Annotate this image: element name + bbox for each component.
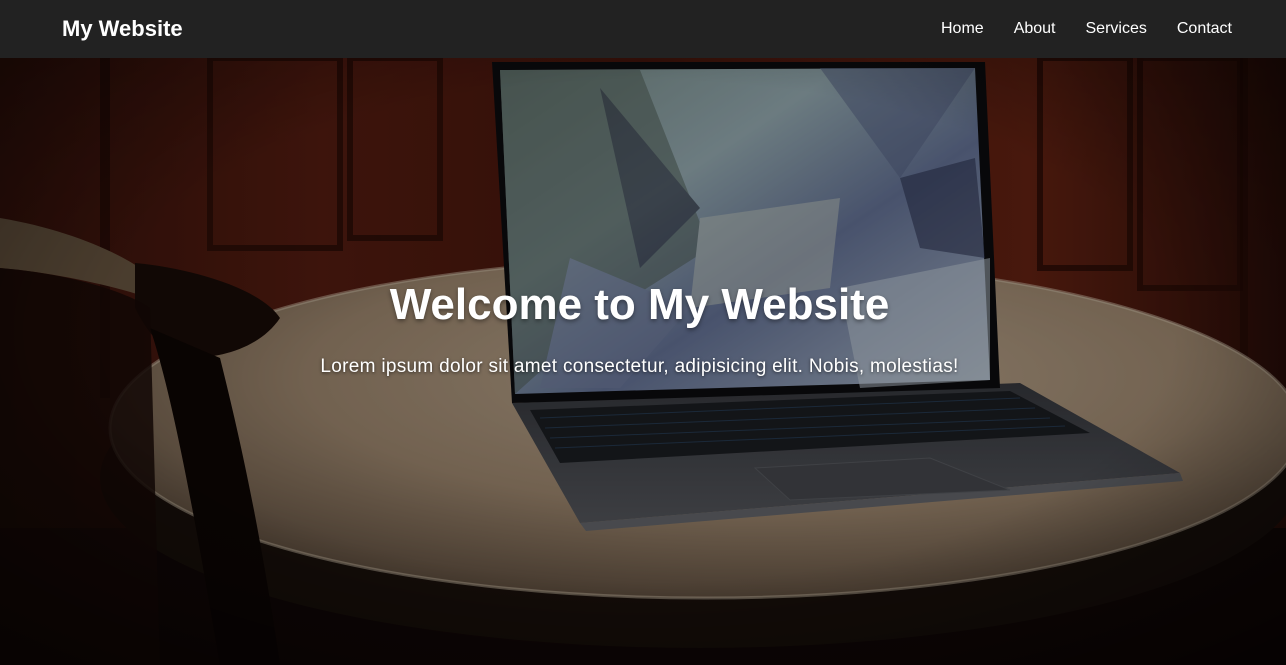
nav-item: About — [1014, 20, 1056, 38]
nav-links: Home About Services Contact — [941, 20, 1232, 38]
navbar: My Website Home About Services Contact — [0, 0, 1286, 58]
hero-title: Welcome to My Website — [389, 280, 890, 329]
nav-item: Home — [941, 20, 984, 38]
nav-link-about[interactable]: About — [1014, 20, 1056, 37]
nav-link-services[interactable]: Services — [1086, 20, 1147, 37]
hero-content: Welcome to My Website Lorem ipsum dolor … — [0, 280, 1286, 378]
hero-subtitle: Lorem ipsum dolor sit amet consectetur, … — [320, 356, 959, 377]
nav-link-home[interactable]: Home — [941, 20, 984, 37]
site-logo[interactable]: My Website — [62, 16, 183, 42]
nav-item: Contact — [1177, 20, 1232, 38]
nav-item: Services — [1086, 20, 1147, 38]
hero-section: Welcome to My Website Lorem ipsum dolor … — [0, 58, 1286, 665]
nav-link-contact[interactable]: Contact — [1177, 20, 1232, 37]
